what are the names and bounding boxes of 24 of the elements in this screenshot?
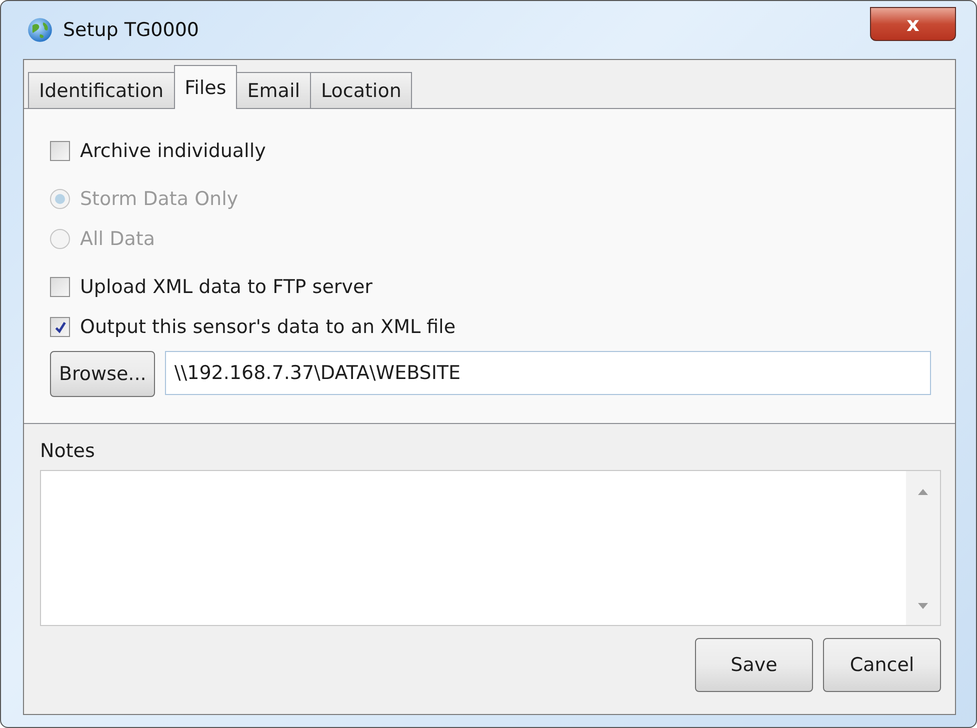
path-field[interactable]: \\192.168.7.37\DATA\WEBSITE: [165, 351, 931, 395]
check-icon: [54, 320, 66, 334]
checkbox-label: Upload XML data to FTP server: [80, 276, 372, 298]
checkbox-label: Output this sensor's data to an XML file: [80, 316, 456, 338]
checkbox[interactable]: [50, 277, 70, 297]
notes-field[interactable]: [40, 470, 941, 626]
checkbox-label: Archive individually: [80, 140, 266, 162]
close-button[interactable]: x: [870, 7, 956, 41]
dialog-button[interactable]: Save: [695, 638, 813, 692]
browse-button[interactable]: Browse...: [50, 351, 156, 397]
dialog-button[interactable]: Cancel: [823, 638, 941, 692]
checkbox[interactable]: [50, 141, 70, 161]
radio-label: Storm Data Only: [80, 188, 238, 210]
radio-label: All Data: [80, 228, 155, 250]
scroll-up-icon[interactable]: [918, 489, 928, 495]
window-title: Setup TG0000: [63, 19, 200, 41]
tab[interactable]: Location: [310, 72, 412, 108]
scroll-down-icon[interactable]: [918, 603, 928, 609]
notes-label: Notes: [40, 439, 96, 464]
tab[interactable]: Identification: [28, 72, 175, 108]
tab[interactable]: Email: [236, 72, 311, 108]
tab[interactable]: Files: [174, 65, 238, 109]
globe-icon: [27, 17, 53, 43]
checkbox[interactable]: [50, 317, 70, 337]
